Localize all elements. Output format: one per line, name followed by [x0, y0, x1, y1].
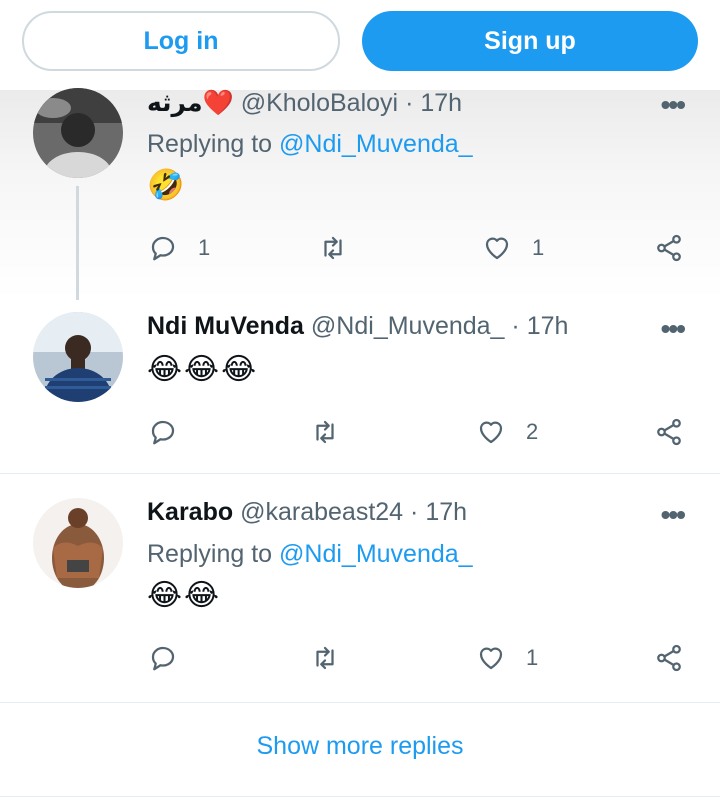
reply-button[interactable]: [148, 412, 198, 452]
tweet-header: Ndi MuVenda @Ndi_Muvenda_ · 17h: [147, 312, 568, 341]
retweet-icon: [324, 236, 342, 260]
like-button[interactable]: 1: [476, 638, 538, 678]
share-icon: [657, 234, 681, 262]
user-handle[interactable]: @karabeast24: [240, 498, 403, 526]
like-button[interactable]: 1: [482, 228, 544, 268]
replying-label: Replying to: [147, 130, 273, 158]
mention-link[interactable]: @Ndi_Muvenda_: [279, 540, 473, 568]
like-count: 1: [532, 235, 545, 260]
avatar[interactable]: [33, 88, 123, 178]
heart-icon: [479, 421, 503, 444]
signup-button[interactable]: Sign up: [362, 11, 698, 71]
top-bar: Log in Sign up: [0, 0, 720, 90]
replying-label: Replying to: [147, 540, 273, 568]
tweet-actions: 1: [0, 638, 720, 678]
more-icon[interactable]: •••: [661, 315, 686, 343]
timestamp[interactable]: 17h: [420, 89, 462, 117]
like-count: 1: [526, 645, 539, 670]
tweet-actions: 2: [0, 412, 720, 452]
like-button[interactable]: 2: [476, 412, 538, 452]
separator: ·: [405, 89, 414, 117]
heart-icon: [485, 237, 509, 260]
display-name[interactable]: Karabo: [147, 498, 233, 526]
like-count: 2: [526, 419, 539, 444]
reply-icon: [151, 236, 175, 261]
avatar[interactable]: [33, 312, 123, 402]
show-more-replies-link[interactable]: Show more replies: [0, 706, 720, 786]
more-icon[interactable]: •••: [661, 501, 686, 529]
share-icon: [657, 418, 681, 446]
display-name[interactable]: Ndi MuVenda: [147, 312, 304, 340]
tweet-actions: 1 1: [0, 228, 720, 268]
timestamp[interactable]: 17h: [527, 312, 569, 340]
divider: [0, 702, 720, 703]
display-name[interactable]: مرثه: [147, 89, 203, 117]
tweet-text: 🤣: [147, 169, 187, 202]
tweet-header: Karabo @karabeast24 · 17h: [147, 498, 467, 527]
tweet-text: 😂😂😂: [147, 353, 259, 386]
divider: [0, 796, 720, 797]
login-button[interactable]: Log in: [22, 11, 340, 71]
user-handle[interactable]: @Ndi_Muvenda_: [311, 312, 505, 340]
heart-emoji: ❤️: [202, 89, 234, 117]
retweet-button[interactable]: [310, 638, 360, 678]
heart-icon: [479, 647, 503, 670]
replying-to: Replying to @Ndi_Muvenda_: [147, 130, 473, 159]
separator: ·: [511, 312, 520, 340]
retweet-button[interactable]: [310, 412, 360, 452]
share-button[interactable]: [654, 638, 684, 678]
separator: ·: [410, 498, 419, 526]
more-icon[interactable]: •••: [661, 91, 686, 119]
timestamp[interactable]: 17h: [425, 498, 467, 526]
avatar[interactable]: [33, 498, 123, 588]
retweet-icon: [316, 420, 334, 444]
divider: [0, 473, 720, 474]
user-handle[interactable]: @KholoBaloyi: [241, 89, 398, 117]
replying-to: Replying to @Ndi_Muvenda_: [147, 540, 473, 569]
share-button[interactable]: [654, 228, 684, 268]
reply-icon: [151, 420, 175, 445]
mention-link[interactable]: @Ndi_Muvenda_: [279, 130, 473, 158]
share-button[interactable]: [654, 412, 684, 452]
reply-button[interactable]: [148, 638, 198, 678]
reply-count: 1: [198, 235, 211, 260]
share-icon: [657, 644, 681, 672]
reply-icon: [151, 646, 175, 671]
retweet-button[interactable]: [318, 228, 368, 268]
tweet-text: 😂😂: [147, 579, 222, 612]
reply-button[interactable]: 1: [148, 228, 210, 268]
tweet-header: مرثه❤️ @KholoBaloyi · 17h: [147, 88, 462, 118]
retweet-icon: [316, 646, 334, 670]
